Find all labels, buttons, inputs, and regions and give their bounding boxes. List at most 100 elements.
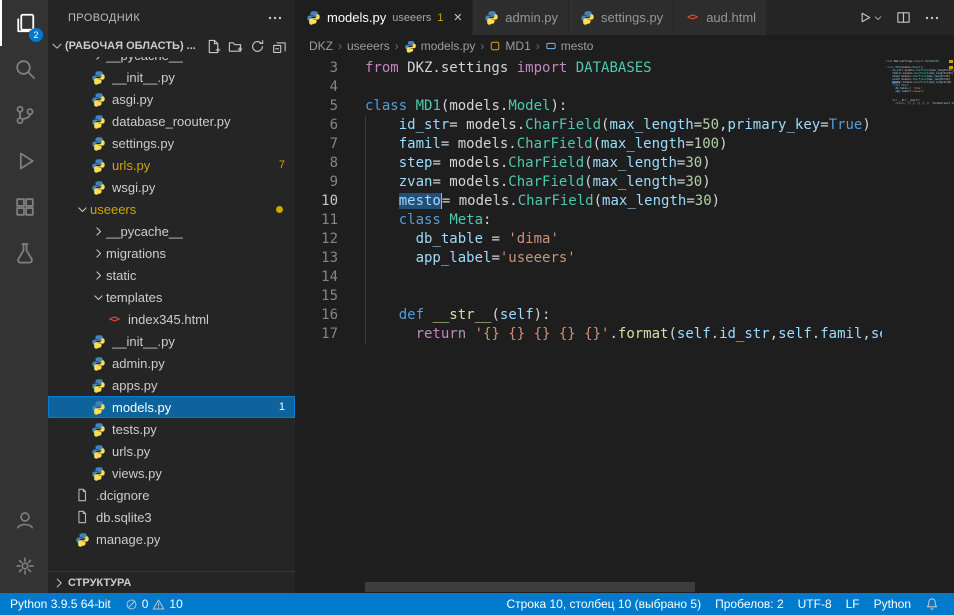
tree-item-settings-py[interactable]: settings.py [48,132,295,154]
python-icon [90,113,106,129]
code-line: 6 id_str= models.CharField(max_length=50… [295,116,954,135]
line-number: 10 [295,192,357,211]
tree-item-views-py[interactable]: views.py [48,462,295,484]
folder-chevron-icon [90,289,106,305]
code-line-content: from DKZ.settings import DATABASES [357,59,652,78]
breadcrumb-label: MD1 [505,39,530,53]
breadcrumb-item-mesto[interactable]: mesto [545,39,594,53]
status-language-mode[interactable]: Python [867,593,918,615]
tree-item-migrations[interactable]: migrations [48,242,295,264]
code-line-content: class MD1(models.Model): [357,97,567,116]
code-line: 10 mesto= models.CharField(max_length=30… [295,192,954,211]
more-actions-icon[interactable] [267,10,283,26]
tree-item-database-roouter-py[interactable]: database_roouter.py [48,110,295,132]
activitybar-extensions[interactable] [0,184,48,230]
activitybar-run-debug[interactable] [0,138,48,184]
tree-item-manage-py[interactable]: manage.py [48,528,295,550]
status-label: Строка 10, столбец 10 (выбрано 5) [506,597,701,611]
error-count: 0 [142,597,149,611]
tree-item-apps-py[interactable]: apps.py [48,374,295,396]
status-notifications[interactable] [918,593,946,615]
tab-aud-html[interactable]: <>aud.html [674,0,767,35]
tree-item-tests-py[interactable]: tests.py [48,418,295,440]
tree-item-label: __init__.py [112,334,175,349]
status-eol[interactable]: LF [839,593,867,615]
new-file-icon[interactable] [206,39,221,54]
code-line-content [357,287,365,306]
tree-item-init-py[interactable]: __init__.py [48,330,295,352]
tree-item-pycache[interactable]: __pycache__ [48,220,295,242]
code-editor[interactable]: 3from DKZ.settings import DATABASES45cla… [295,57,954,593]
workspace-section-header[interactable]: (РАБОЧАЯ ОБЛАСТЬ) ... [48,35,295,57]
tab-admin-py[interactable]: admin.py [473,0,569,35]
code-line-content [357,268,365,287]
tree-item-asgi-py[interactable]: asgi.py [48,88,295,110]
tree-item-useeers[interactable]: useeers [48,198,295,220]
breadcrumb-label: useeers [347,39,390,53]
breadcrumb-label: models.py [421,39,476,53]
tree-item-dcignore[interactable]: .dcignore [48,484,295,506]
tree-item-pycache[interactable]: __pycache__ [48,57,295,66]
activitybar-testing[interactable] [0,230,48,276]
status-encoding[interactable]: UTF-8 [791,593,839,615]
python-icon [90,465,106,481]
breadcrumb-label: mesto [561,39,594,53]
tree-item-wsgi-py[interactable]: wsgi.py [48,176,295,198]
tree-item-label: .dcignore [96,488,149,503]
breadcrumb-item-md1[interactable]: MD1 [489,39,530,53]
more-actions-icon[interactable] [924,10,940,26]
error-icon [125,598,138,611]
outline-section-header[interactable]: СТРУКТУРА [48,571,295,593]
activitybar-search[interactable] [0,46,48,92]
activitybar-account[interactable] [0,497,48,543]
activitybar-settings[interactable] [0,543,48,589]
new-folder-icon[interactable] [228,39,243,54]
minimap[interactable]: from DKZ.settings import DATABASESclass … [882,57,954,593]
workspace-label: (РАБОЧАЯ ОБЛАСТЬ) ... [65,40,205,52]
status-cursor-position[interactable]: Строка 10, столбец 10 (выбрано 5) [499,593,708,615]
tree-item-admin-py[interactable]: admin.py [48,352,295,374]
tree-item-templates[interactable]: templates [48,286,295,308]
tree-item-label: manage.py [96,532,160,547]
python-icon [305,10,321,26]
tree-item-init-py[interactable]: __init__.py [48,66,295,88]
status-indentation[interactable]: Пробелов: 2 [708,593,791,615]
python-interpreter[interactable]: Python 3.9.5 64-bit [0,593,118,615]
tree-item-index345-html[interactable]: <>index345.html [48,308,295,330]
breadcrumb-item-dkz[interactable]: DKZ [309,39,333,53]
tree-item-label: admin.py [112,356,165,371]
tree-item-static[interactable]: static [48,264,295,286]
tree-item-label: apps.py [112,378,158,393]
python-icon [90,135,106,151]
overview-warning-mark [949,66,953,69]
activitybar-explorer[interactable]: 2 [0,0,48,46]
tab-settings-py[interactable]: settings.py [569,0,674,35]
problems-dot [276,206,283,213]
tree-item-label: tests.py [112,422,157,437]
line-number: 9 [295,173,357,192]
html-icon: <> [684,10,700,26]
code-line: 9 zvan= models.CharField(max_length=30) [295,173,954,192]
tree-item-models-py[interactable]: models.py1 [48,396,295,418]
breadcrumb-separator-icon: › [536,39,540,53]
tree-item-label: settings.py [112,136,174,151]
tree-item-urls-py[interactable]: urls.py [48,440,295,462]
python-icon [90,443,106,459]
close-icon[interactable]: × [454,10,463,25]
symbol-class-icon [489,40,501,52]
collapse-all-icon[interactable] [272,39,287,54]
horizontal-scrollbar[interactable] [365,582,695,592]
activity-bar-bottom [0,497,48,593]
problems-indicator[interactable]: 0 10 [118,593,190,615]
tree-item-urls-py[interactable]: urls.py7 [48,154,295,176]
run-button[interactable] [857,10,883,25]
tree-item-label: views.py [112,466,162,481]
breadcrumb-item-useeers[interactable]: useeers [347,39,390,53]
breadcrumb-item-models-py[interactable]: models.py [404,39,476,53]
split-editor-icon[interactable] [896,10,911,25]
play-icon [857,10,872,25]
tab-models-py[interactable]: models.pyuseeers1× [295,0,473,35]
refresh-icon[interactable] [250,39,265,54]
tree-item-db-sqlite3[interactable]: db.sqlite3 [48,506,295,528]
activitybar-source-control[interactable] [0,92,48,138]
